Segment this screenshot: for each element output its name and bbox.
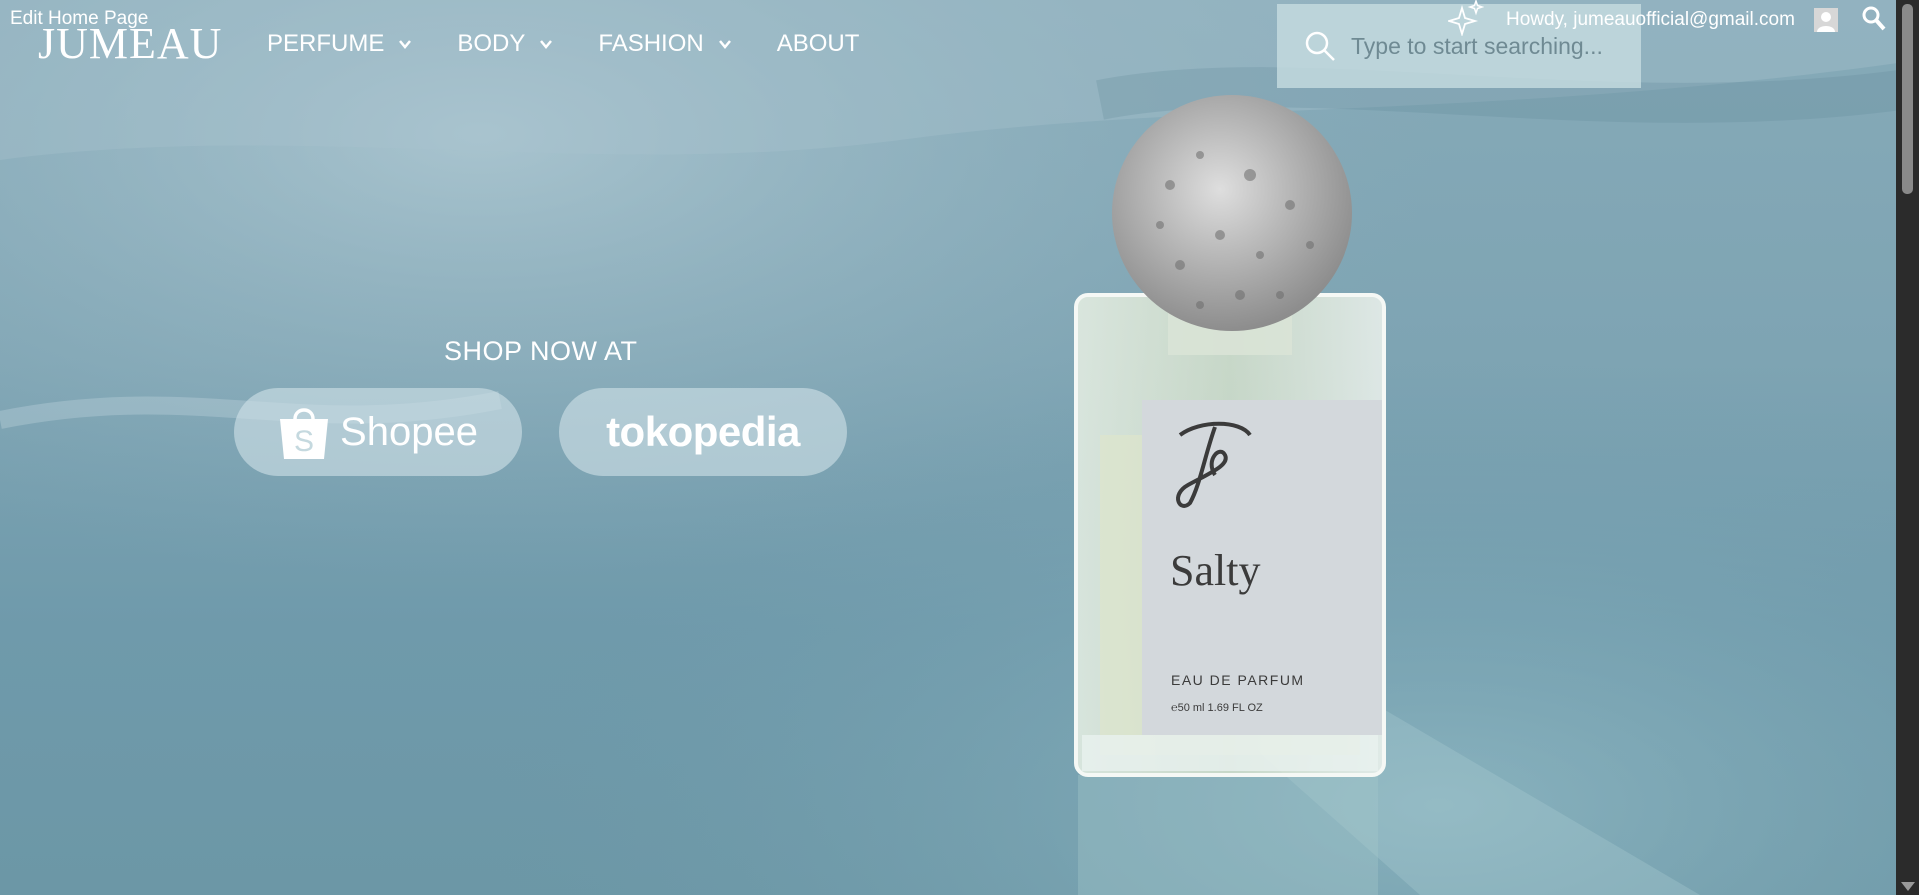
nav-item-body[interactable]: BODY <box>457 30 553 58</box>
nav-item-about[interactable]: ABOUT <box>777 30 860 58</box>
avatar[interactable] <box>1814 8 1838 32</box>
chevron-down-icon <box>540 40 553 49</box>
tokopedia-logo: tokopedia <box>606 408 800 455</box>
nav-item-label: FASHION <box>598 30 704 57</box>
shopee-label: Shopee <box>340 409 478 454</box>
site-logo[interactable]: JUMEAU <box>38 18 222 69</box>
sparkle-icon[interactable] <box>1448 0 1484 36</box>
chevron-down-icon <box>718 40 731 49</box>
scroll-down-arrow-icon[interactable] <box>1901 882 1915 891</box>
tokopedia-button[interactable]: tokopedia <box>559 388 847 476</box>
search-input[interactable] <box>1349 31 1633 61</box>
nav-item-label: BODY <box>457 30 526 57</box>
product-type: EAU DE PARFUM <box>1171 672 1305 688</box>
admin-greeting[interactable]: Howdy, jumeauofficial@gmail.com <box>1506 9 1795 31</box>
admin-search-icon[interactable] <box>1862 6 1886 32</box>
page-scrollbar[interactable] <box>1896 0 1919 895</box>
nav-item-fashion[interactable]: FASHION <box>598 30 731 58</box>
product-name: Salty <box>1170 546 1261 595</box>
product-size: ℮50 ml 1.69 FL OZ <box>1171 702 1263 714</box>
main-nav: PERFUME BODY FASHION ABOUT <box>267 30 904 58</box>
shop-now-heading: SHOP NOW AT <box>444 336 638 366</box>
shopee-button[interactable]: S Shopee <box>234 388 522 476</box>
chevron-down-icon <box>399 40 412 49</box>
hero-page: Salty EAU DE PARFUM ℮50 ml 1.69 FL OZ Ed… <box>0 0 1919 895</box>
nav-item-label: PERFUME <box>267 30 385 57</box>
nav-item-label: ABOUT <box>776 30 860 57</box>
svg-text:S: S <box>294 425 314 458</box>
search-icon <box>1305 31 1335 61</box>
nav-item-perfume[interactable]: PERFUME <box>267 30 412 58</box>
user-icon <box>1817 12 1835 32</box>
bottle-monogram <box>1176 421 1252 508</box>
shopee-bag-icon: S <box>280 408 329 459</box>
scrollbar-thumb[interactable] <box>1902 4 1913 194</box>
